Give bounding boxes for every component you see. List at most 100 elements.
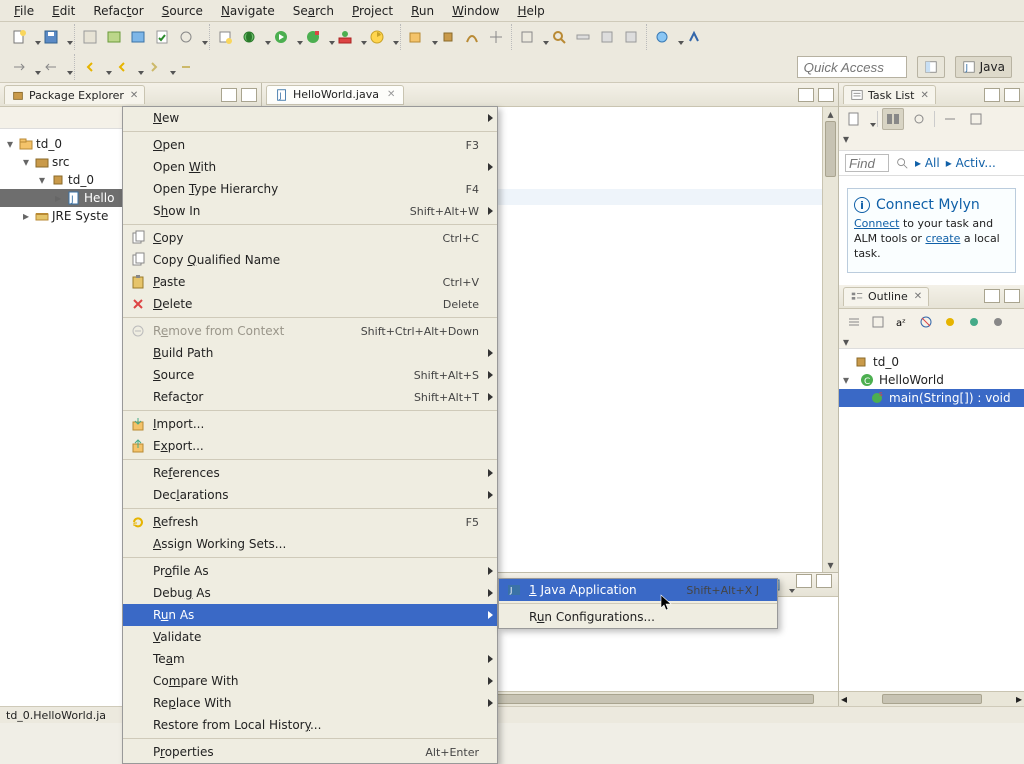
ctx-copy[interactable]: CopyCtrl+C [123, 227, 497, 249]
mylyn-create-link[interactable]: create [925, 232, 960, 245]
minimize-button[interactable] [796, 574, 812, 588]
menu-project[interactable]: Project [344, 2, 401, 20]
tasklist-activate-link[interactable]: Activ... [956, 156, 996, 170]
ctx-refresh[interactable]: RefreshF5 [123, 511, 497, 533]
ctx-assign-working-sets-[interactable]: Assign Working Sets... [123, 533, 497, 555]
tool-icon[interactable] [40, 56, 70, 78]
minimize-button[interactable] [221, 88, 237, 102]
ctx-import-[interactable]: Import... [123, 413, 497, 435]
tool-icon[interactable] [214, 26, 236, 48]
maximize-button[interactable] [818, 88, 834, 102]
menu-run[interactable]: Run [403, 2, 442, 20]
menu-refactor[interactable]: Refactor [85, 2, 151, 20]
ctx-paste[interactable]: PasteCtrl+V [123, 271, 497, 293]
back-button[interactable] [111, 56, 141, 78]
tool-icon[interactable] [867, 311, 889, 333]
close-icon[interactable]: ✕ [914, 291, 922, 302]
new-package-button[interactable] [437, 26, 459, 48]
java-perspective-button[interactable]: JJava [955, 56, 1012, 78]
ctx-replace-with[interactable]: Replace With [123, 692, 497, 714]
mylyn-connect-link[interactable]: Connect [854, 217, 899, 230]
outline-class[interactable]: ▾CHelloWorld [839, 371, 1024, 389]
tool-icon[interactable] [882, 108, 904, 130]
tool-icon[interactable] [151, 26, 173, 48]
ctx-team[interactable]: Team [123, 648, 497, 670]
tasklist-all-link[interactable]: All [925, 156, 940, 170]
ctx-restore-from-local-history-[interactable]: Restore from Local History... [123, 714, 497, 736]
package-explorer-tab[interactable]: Package Explorer ✕ [4, 85, 145, 104]
ctx-references[interactable]: References [123, 462, 497, 484]
outline-package[interactable]: td_0 [839, 353, 1024, 371]
ctx-properties[interactable]: PropertiesAlt+Enter [123, 741, 497, 763]
close-icon[interactable]: ✕ [130, 90, 138, 101]
tasklist-tab[interactable]: Task List ✕ [843, 85, 936, 104]
minimize-button[interactable] [984, 289, 1000, 303]
run-button[interactable] [270, 26, 300, 48]
save-button[interactable] [40, 26, 70, 48]
tool-icon[interactable] [175, 26, 205, 48]
ctx-export-[interactable]: Export... [123, 435, 497, 457]
editor-scrollbar[interactable]: ▴ ▾ [822, 107, 838, 572]
editor-tab[interactable]: J HelloWorld.java ✕ [266, 85, 404, 105]
tool-icon[interactable] [79, 26, 101, 48]
search-button[interactable] [548, 26, 570, 48]
maximize-button[interactable] [1004, 289, 1020, 303]
tool-icon[interactable] [516, 26, 546, 48]
close-icon[interactable]: ✕ [920, 90, 928, 101]
outline-scrollbar[interactable]: ◂▸ [839, 691, 1024, 706]
outline-tab[interactable]: Outline ✕ [843, 287, 929, 306]
tool-icon[interactable] [843, 311, 865, 333]
tool-icon[interactable] [939, 311, 961, 333]
ctx-delete[interactable]: DeleteDelete [123, 293, 497, 315]
minimize-button[interactable] [798, 88, 814, 102]
tool-icon[interactable] [843, 108, 873, 130]
menu-help[interactable]: Help [509, 2, 552, 20]
new-button[interactable] [8, 26, 38, 48]
menu-navigate[interactable]: Navigate [213, 2, 283, 20]
minimize-button[interactable] [984, 88, 1000, 102]
ctx-open-with[interactable]: Open With [123, 156, 497, 178]
tool-icon[interactable] [127, 26, 149, 48]
runas-1-java-application[interactable]: J1 Java ApplicationShift+Alt+X J [499, 579, 777, 601]
close-icon[interactable]: ✕ [387, 89, 395, 100]
tool-icon[interactable] [963, 311, 985, 333]
ctx-debug-as[interactable]: Debug As [123, 582, 497, 604]
tool-icon[interactable] [908, 108, 930, 130]
forward-button[interactable] [143, 56, 173, 78]
ctx-profile-as[interactable]: Profile As [123, 560, 497, 582]
tool-icon[interactable]: aᶻ [891, 311, 913, 333]
external-tools-button[interactable] [334, 26, 364, 48]
coverage-button[interactable] [302, 26, 332, 48]
tool-icon[interactable] [8, 56, 38, 78]
tasklist-find-input[interactable] [845, 154, 889, 172]
tool-icon[interactable] [915, 311, 937, 333]
tool-icon[interactable] [405, 26, 435, 48]
tool-icon[interactable] [987, 311, 1009, 333]
open-perspective-button[interactable] [917, 56, 945, 78]
ctx-copy-qualified-name[interactable]: Copy Qualified Name [123, 249, 497, 271]
ctx-new[interactable]: New [123, 107, 497, 129]
up-button[interactable] [175, 56, 197, 78]
ctx-run-as[interactable]: Run As [123, 604, 497, 626]
ctx-show-in[interactable]: Show InShift+Alt+W [123, 200, 497, 222]
tool-icon[interactable] [620, 26, 642, 48]
ctx-validate[interactable]: Validate [123, 626, 497, 648]
maximize-button[interactable] [816, 574, 832, 588]
menu-search[interactable]: Search [285, 2, 342, 20]
menu-edit[interactable]: Edit [44, 2, 83, 20]
ctx-build-path[interactable]: Build Path [123, 342, 497, 364]
ctx-open-type-hierarchy[interactable]: Open Type HierarchyF4 [123, 178, 497, 200]
tool-icon[interactable] [485, 26, 507, 48]
tool-icon[interactable] [939, 108, 961, 130]
ctx-declarations[interactable]: Declarations [123, 484, 497, 506]
ctx-source[interactable]: SourceShift+Alt+S [123, 364, 497, 386]
menu-window[interactable]: Window [444, 2, 507, 20]
profile-button[interactable] [366, 26, 396, 48]
back-button[interactable] [79, 56, 109, 78]
tool-icon[interactable] [965, 108, 987, 130]
maximize-button[interactable] [241, 88, 257, 102]
tool-icon[interactable] [461, 26, 483, 48]
ctx-open[interactable]: OpenF3 [123, 134, 497, 156]
tool-icon[interactable] [651, 26, 681, 48]
quick-access-input[interactable] [797, 56, 907, 78]
